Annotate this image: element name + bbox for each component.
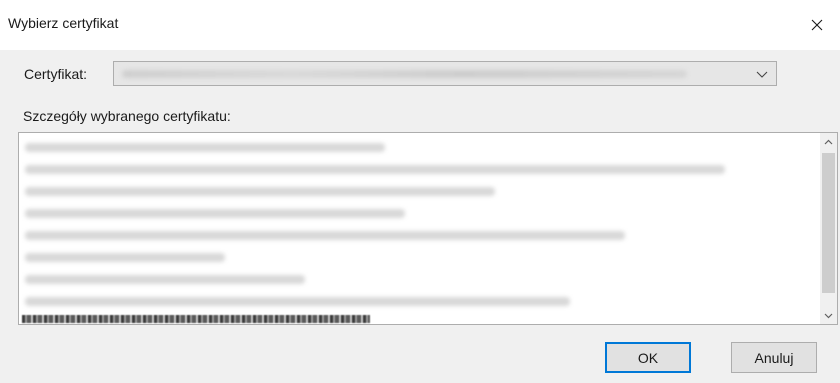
blurred-detail-line <box>25 253 225 262</box>
close-icon <box>811 19 823 31</box>
chevron-down-icon <box>824 313 833 318</box>
blurred-detail-line <box>25 275 305 284</box>
blurred-detail-line <box>25 297 570 306</box>
blurred-detail-line <box>25 209 405 218</box>
chevron-up-icon <box>824 139 833 144</box>
dialog-title: Wybierz certyfikat <box>8 15 119 31</box>
blurred-detail-line <box>25 187 495 196</box>
certificate-dropdown[interactable] <box>113 61 777 86</box>
certificate-label: Certyfikat: <box>24 66 88 82</box>
certificate-value-blurred <box>122 70 687 78</box>
certificate-details-box[interactable] <box>18 132 838 325</box>
details-label: Szczegóły wybranego certyfikatu: <box>23 108 231 124</box>
ok-button[interactable]: OK <box>605 342 691 373</box>
blurred-detail-line <box>25 231 625 240</box>
cancel-button[interactable]: Anuluj <box>731 342 817 373</box>
chevron-down-icon <box>756 71 768 78</box>
blurred-detail-line <box>25 143 385 152</box>
scroll-down-button[interactable] <box>820 307 837 324</box>
title-bar: Wybierz certyfikat <box>0 0 840 50</box>
partial-detail-line <box>22 315 370 323</box>
scrollbar-thumb[interactable] <box>822 153 835 293</box>
scroll-up-button[interactable] <box>820 133 837 150</box>
close-button[interactable] <box>794 0 840 50</box>
details-scrollbar[interactable] <box>820 133 837 324</box>
blurred-detail-line <box>25 165 725 174</box>
